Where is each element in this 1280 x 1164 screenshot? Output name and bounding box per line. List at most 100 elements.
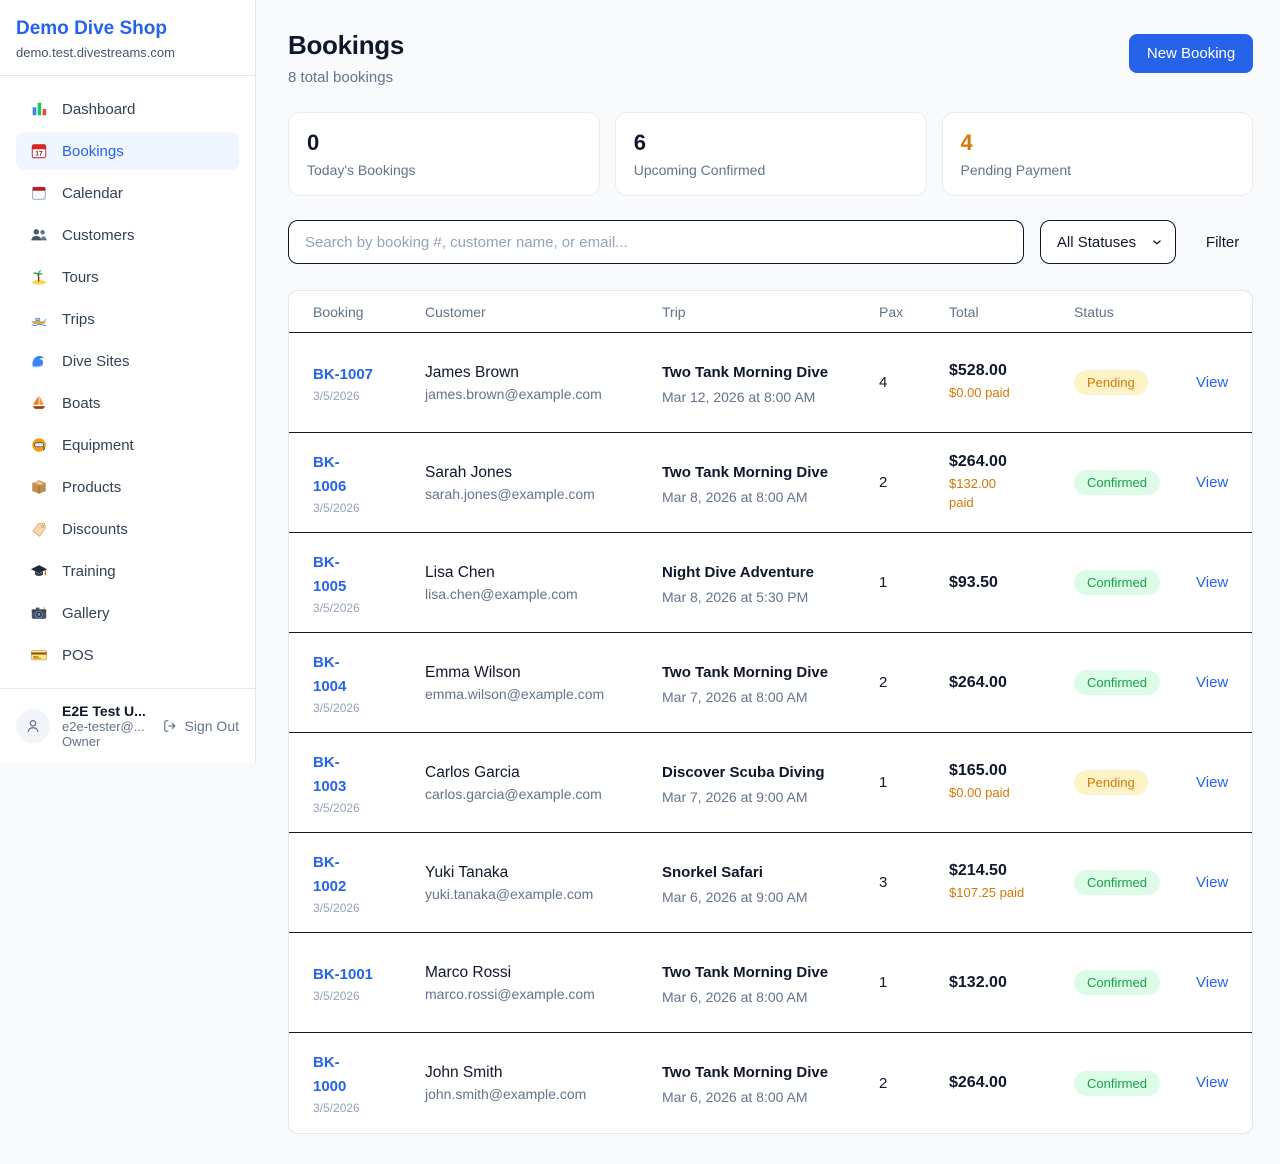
booking-id-link[interactable]: BK- 1004	[313, 654, 346, 695]
sign-out-label: Sign Out	[185, 718, 239, 734]
filter-button[interactable]: Filter	[1192, 226, 1253, 259]
customer-name: Lisa Chen	[425, 564, 662, 582]
status-badge: Confirmed	[1074, 670, 1160, 695]
booking-id-link[interactable]: BK- 1002	[313, 854, 346, 895]
booking-date: 3/5/2026	[313, 701, 425, 715]
tag-icon	[30, 520, 48, 538]
sidebar-item-label: POS	[62, 647, 94, 664]
customer-name: Sarah Jones	[425, 464, 662, 482]
booking-date: 3/5/2026	[313, 389, 425, 403]
view-link[interactable]: View	[1196, 774, 1228, 791]
paid-amount: $0.00 paid	[949, 384, 1074, 403]
view-link[interactable]: View	[1196, 574, 1228, 591]
trip-name: Two Tank Morning Dive	[662, 961, 834, 985]
sidebar-item-bookings[interactable]: 17 Bookings	[16, 132, 239, 170]
customer-name: John Smith	[425, 1064, 662, 1082]
sidebar-item-label: Equipment	[62, 437, 134, 454]
palm-island-icon	[30, 268, 48, 286]
table-row: BK- 1002 3/5/2026 Yuki Tanaka yuki.tanak…	[289, 833, 1252, 933]
calendar-pad-icon	[30, 184, 48, 202]
brand-name[interactable]: Demo Dive Shop	[16, 18, 239, 40]
column-header-booking: Booking	[313, 304, 425, 320]
trip-name: Two Tank Morning Dive	[662, 361, 834, 385]
booking-date: 3/5/2026	[313, 901, 425, 915]
trip-datetime: Mar 8, 2026 at 5:30 PM	[662, 589, 879, 605]
status-badge: Pending	[1074, 370, 1148, 395]
sidebar-item-discounts[interactable]: Discounts	[16, 510, 239, 548]
sidebar-item-tours[interactable]: Tours	[16, 258, 239, 296]
status-filter-select[interactable]: All Statuses	[1040, 220, 1176, 264]
view-link[interactable]: View	[1196, 674, 1228, 691]
customer-email: john.smith@example.com	[425, 1086, 662, 1102]
booking-id-link[interactable]: BK-1001	[313, 966, 373, 983]
sidebar-item-customers[interactable]: Customers	[16, 216, 239, 254]
trip-name: Snorkel Safari	[662, 861, 834, 885]
pax-count: 2	[879, 1075, 949, 1092]
pax-count: 3	[879, 874, 949, 891]
trip-datetime: Mar 6, 2026 at 8:00 AM	[662, 989, 879, 1005]
wave-icon	[30, 352, 48, 370]
booking-id-link[interactable]: BK- 1003	[313, 754, 346, 795]
person-icon	[24, 717, 42, 735]
booking-id-link[interactable]: BK- 1005	[313, 554, 346, 595]
stat-label: Pending Payment	[961, 162, 1235, 178]
booking-date: 3/5/2026	[313, 989, 425, 1003]
table-row: BK- 1003 3/5/2026 Carlos Garcia carlos.g…	[289, 733, 1252, 833]
booking-id-link[interactable]: BK-1007	[313, 366, 373, 383]
page-title: Bookings	[288, 30, 404, 61]
sidebar-item-label: Products	[62, 479, 121, 496]
pax-count: 2	[879, 674, 949, 691]
main-content: Bookings 8 total bookings New Booking 0 …	[256, 0, 1280, 1164]
sidebar-item-label: Dive Sites	[62, 353, 130, 370]
view-link[interactable]: View	[1196, 374, 1228, 391]
stat-label: Upcoming Confirmed	[634, 162, 908, 178]
search-input[interactable]	[288, 220, 1024, 264]
customer-name: James Brown	[425, 364, 662, 382]
total-amount: $132.00	[949, 974, 1074, 992]
column-header-pax: Pax	[879, 304, 949, 320]
sidebar-item-training[interactable]: Training	[16, 552, 239, 590]
table-row: BK-1001 3/5/2026 Marco Rossi marco.rossi…	[289, 933, 1252, 1033]
sidebar-item-dive-sites[interactable]: Dive Sites	[16, 342, 239, 380]
sidebar-item-boats[interactable]: Boats	[16, 384, 239, 422]
view-link[interactable]: View	[1196, 974, 1228, 991]
sidebar-item-label: Customers	[62, 227, 135, 244]
booking-date: 3/5/2026	[313, 801, 425, 815]
stat-value: 0	[307, 130, 581, 156]
sidebar-item-products[interactable]: Products	[16, 468, 239, 506]
total-amount: $264.00	[949, 1074, 1074, 1092]
view-link[interactable]: View	[1196, 874, 1228, 891]
status-badge: Confirmed	[1074, 570, 1160, 595]
sign-out-button[interactable]: Sign Out	[162, 718, 239, 734]
trip-name: Two Tank Morning Dive	[662, 661, 834, 685]
sidebar: Demo Dive Shop demo.test.divestreams.com…	[0, 0, 256, 763]
package-icon	[30, 478, 48, 496]
total-amount: $264.00	[949, 674, 1074, 692]
customer-email: james.brown@example.com	[425, 386, 662, 402]
column-header-trip: Trip	[662, 304, 879, 320]
booking-id-link[interactable]: BK- 1006	[313, 454, 346, 495]
sidebar-item-gallery[interactable]: Gallery	[16, 594, 239, 632]
sidebar-item-dashboard[interactable]: Dashboard	[16, 90, 239, 128]
trip-datetime: Mar 6, 2026 at 8:00 AM	[662, 1089, 879, 1105]
sidebar-item-trips[interactable]: Trips	[16, 300, 239, 338]
booking-id-link[interactable]: BK- 1000	[313, 1054, 346, 1095]
filter-bar: All Statuses Filter	[288, 220, 1253, 264]
stats-row: 0 Today's Bookings 6 Upcoming Confirmed …	[288, 112, 1253, 196]
avatar	[16, 709, 50, 743]
pax-count: 4	[879, 374, 949, 391]
sidebar-item-equipment[interactable]: Equipment	[16, 426, 239, 464]
view-link[interactable]: View	[1196, 474, 1228, 491]
booking-date: 3/5/2026	[313, 501, 425, 515]
stat-card: 4 Pending Payment	[942, 112, 1254, 196]
user-info: E2E Test U... e2e-tester@... Owner	[62, 703, 150, 749]
new-booking-button[interactable]: New Booking	[1129, 34, 1253, 73]
sidebar-item-pos[interactable]: POS	[16, 636, 239, 674]
sidebar-item-calendar[interactable]: Calendar	[16, 174, 239, 212]
view-link[interactable]: View	[1196, 1074, 1228, 1091]
trip-name: Night Dive Adventure	[662, 561, 834, 585]
customer-name: Yuki Tanaka	[425, 864, 662, 882]
bar-chart-icon	[30, 100, 48, 118]
trip-name: Discover Scuba Diving	[662, 761, 834, 785]
customer-email: lisa.chen@example.com	[425, 586, 662, 602]
